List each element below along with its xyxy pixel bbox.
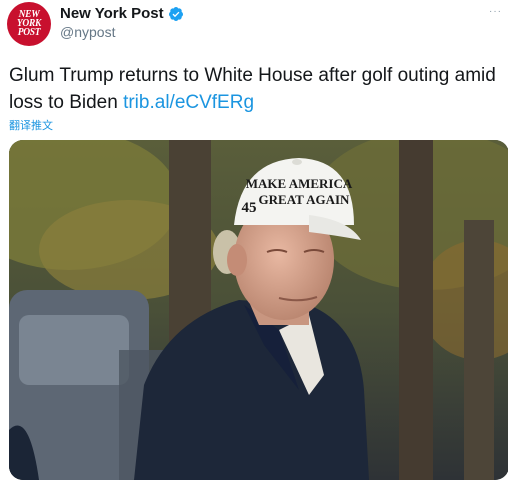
tweet-header: NEW YORK POST New York Post @nypost ··· (0, 0, 508, 52)
account-name[interactable]: New York Post (60, 5, 164, 22)
photo-illustration: MAKE AMERICA GREAT AGAIN 45 (9, 140, 508, 480)
tweet-link[interactable]: trib.al/eCVfERg (123, 92, 254, 113)
avatar-line-3: POST (17, 26, 41, 38)
avatar[interactable]: NEW YORK POST (7, 2, 51, 46)
hat-text-line-1: MAKE AMERICA (246, 176, 353, 191)
more-options-icon[interactable]: ··· (489, 6, 502, 17)
verified-badge-icon (168, 6, 183, 21)
translate-tweet-link[interactable]: 翻译推文 (9, 117, 53, 133)
hat-number: 45 (242, 200, 257, 216)
account-handle[interactable]: @nypost (60, 24, 115, 40)
tweet-photo[interactable]: MAKE AMERICA GREAT AGAIN 45 (9, 140, 508, 480)
account-name-line: New York Post (60, 5, 184, 22)
tweet-text: Glum Trump returns to White House after … (9, 62, 504, 116)
hat-text-line-2: GREAT AGAIN (259, 192, 351, 207)
